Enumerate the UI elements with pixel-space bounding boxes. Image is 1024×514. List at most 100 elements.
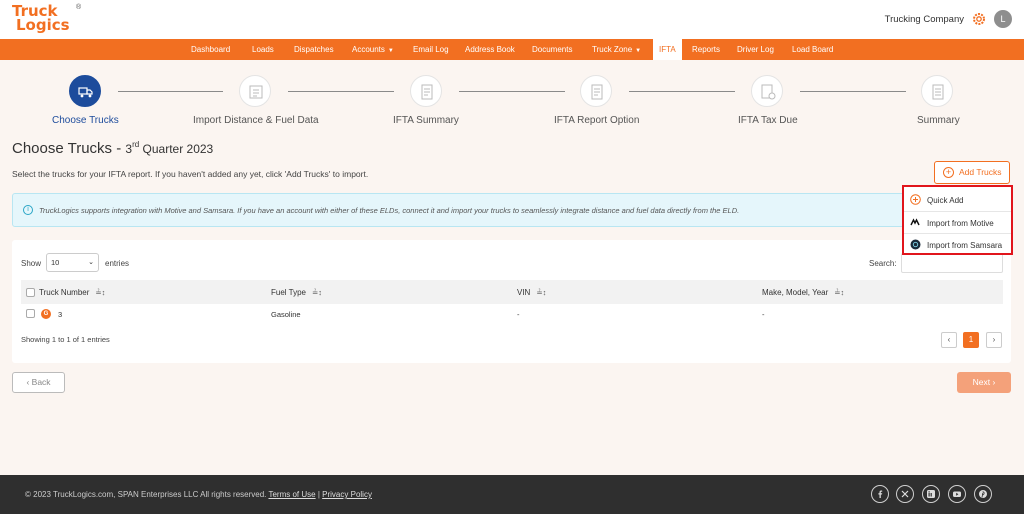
info-banner: i TruckLogics supports integration with … (12, 193, 1010, 227)
import-motive-label: Import from Motive (927, 219, 994, 228)
import-icon (249, 85, 263, 99)
step-connector (629, 91, 735, 92)
gear-icon[interactable] (972, 12, 986, 26)
step-connector (459, 91, 565, 92)
step-connector (288, 91, 394, 92)
plus-circle-icon: + (943, 167, 954, 178)
cell-fuel-type: Gasoline (271, 310, 301, 319)
show-label: Show (21, 259, 42, 268)
import-motive-option[interactable]: Import from Motive (904, 211, 1011, 233)
step-import-data[interactable] (239, 75, 271, 107)
cell-make-model-year: - (762, 310, 765, 319)
x-twitter-icon[interactable] (896, 485, 914, 503)
plus-circle-icon (910, 194, 921, 205)
report-icon (591, 84, 603, 100)
quick-add-option[interactable]: Quick Add (904, 189, 1011, 211)
summary-icon (932, 84, 944, 100)
step-label-report-option: IFTA Report Option (554, 115, 640, 126)
step-choose-trucks[interactable] (69, 75, 101, 107)
step-report-option[interactable] (580, 75, 612, 107)
search-label: Search: (869, 259, 897, 268)
column-vin-label: VIN (517, 288, 531, 297)
import-samsara-label: Import from Samsara (927, 241, 1003, 250)
add-trucks-button[interactable]: + Add Trucks (934, 161, 1010, 184)
nav-ifta[interactable]: IFTA (653, 39, 682, 60)
step-label-import-data: Import Distance & Fuel Data (193, 115, 319, 126)
cell-truck-number[interactable]: 3 (58, 310, 62, 319)
sort-icon: ≟↕ (95, 288, 106, 297)
nav-accounts[interactable]: Accounts ▼ (352, 39, 394, 60)
company-name[interactable]: Trucking Company (885, 14, 964, 25)
prev-page-button[interactable]: ‹ (941, 332, 957, 348)
step-label-tax-due: IFTA Tax Due (738, 115, 798, 126)
quick-add-label: Quick Add (927, 196, 964, 205)
cell-vin: - (517, 310, 520, 319)
nav-dashboard[interactable]: Dashboard (191, 39, 230, 60)
nav-address-book[interactable]: Address Book (465, 39, 515, 60)
nav-loads[interactable]: Loads (252, 39, 274, 60)
table-header: Truck Number ≟↕ Fuel Type ≟↕ VIN ≟↕ Make, M… (21, 280, 1003, 304)
motive-logo-icon (910, 218, 920, 226)
nav-dispatches[interactable]: Dispatches (294, 39, 334, 60)
row-checkbox[interactable] (26, 309, 35, 318)
showing-entries: Showing 1 to 1 of 1 entries (21, 335, 110, 344)
terms-link[interactable]: Terms of Use (268, 490, 315, 499)
nav-truck-zone[interactable]: Truck Zone ▼ (592, 39, 641, 60)
select-all-checkbox[interactable] (26, 288, 35, 297)
youtube-icon[interactable] (948, 485, 966, 503)
step-ifta-summary[interactable] (410, 75, 442, 107)
footer-copyright: © 2023 TruckLogics.com, SPAN Enterprises… (25, 490, 372, 499)
import-samsara-option[interactable]: Import from Samsara (904, 233, 1011, 255)
step-connector (118, 91, 223, 92)
chevron-down-icon: ⌄ (88, 259, 94, 266)
column-make-model-year[interactable]: Make, Model, Year ≟↕ (762, 288, 844, 297)
column-make-model-year-label: Make, Model, Year (762, 288, 829, 297)
back-button[interactable]: ‹ Back (12, 372, 65, 393)
column-fuel-type[interactable]: Fuel Type ≟↕ (271, 288, 322, 297)
samsara-logo-icon (910, 239, 921, 250)
nav-documents[interactable]: Documents (532, 39, 572, 60)
linkedin-icon[interactable] (922, 485, 940, 503)
main-nav: Dashboard Loads Dispatches Accounts ▼ Ema… (0, 39, 1024, 60)
step-summary[interactable] (921, 75, 953, 107)
search-input[interactable] (901, 253, 1003, 273)
page-title: Choose Trucks - 3rd Quarter 2023 (12, 140, 213, 157)
avatar[interactable]: L (994, 10, 1012, 28)
add-trucks-dropdown: Quick Add Import from Motive Import from… (902, 185, 1013, 255)
top-header: Truck Logics ® Trucking Company L (0, 0, 1024, 39)
trucklogics-logo[interactable]: Truck Logics ® (12, 4, 82, 36)
step-label-summary: Summary (917, 115, 960, 126)
nav-email-log[interactable]: Email Log (413, 39, 449, 60)
page-title-main: Choose Trucks - (12, 140, 126, 157)
next-button[interactable]: Next › (957, 372, 1011, 393)
intro-text: Select the trucks for your IFTA report. … (12, 169, 369, 179)
footer-divider: | (317, 490, 320, 499)
privacy-link[interactable]: Privacy Policy (322, 490, 372, 499)
chevron-down-icon: ▼ (635, 48, 642, 54)
footer: © 2023 TruckLogics.com, SPAN Enterprises… (0, 475, 1024, 514)
entries-label: entries (105, 259, 130, 268)
pinterest-icon[interactable] (974, 485, 992, 503)
step-label-choose-trucks: Choose Trucks (52, 115, 119, 126)
step-tax-due[interactable] (751, 75, 783, 107)
column-vin[interactable]: VIN ≟↕ (517, 288, 546, 297)
column-fuel-type-label: Fuel Type (271, 288, 306, 297)
next-page-button[interactable]: › (986, 332, 1002, 348)
column-truck-number[interactable]: Truck Number ≟↕ (39, 288, 105, 297)
quarter-text: Quarter 2023 (139, 142, 214, 156)
nav-reports[interactable]: Reports (692, 39, 720, 60)
page-1-button[interactable]: 1 (963, 332, 979, 348)
page-size-value: 10 (51, 258, 60, 267)
nav-load-board[interactable]: Load Board (792, 39, 833, 60)
registered-mark: ® (76, 4, 82, 11)
truck-icon (78, 87, 93, 98)
copyright-text: © 2023 TruckLogics.com, SPAN Enterprises… (25, 490, 267, 499)
nav-driver-log[interactable]: Driver Log (737, 39, 774, 60)
info-message: TruckLogics supports integration with Mo… (39, 206, 740, 215)
facebook-icon[interactable] (871, 485, 889, 503)
page-size-select[interactable]: 10 ⌄ (46, 253, 99, 272)
sort-icon: ≟↕ (536, 288, 547, 297)
nav-truck-zone-label: Truck Zone (592, 45, 633, 54)
tax-icon (761, 84, 776, 100)
add-trucks-label: Add Trucks (959, 167, 1002, 177)
